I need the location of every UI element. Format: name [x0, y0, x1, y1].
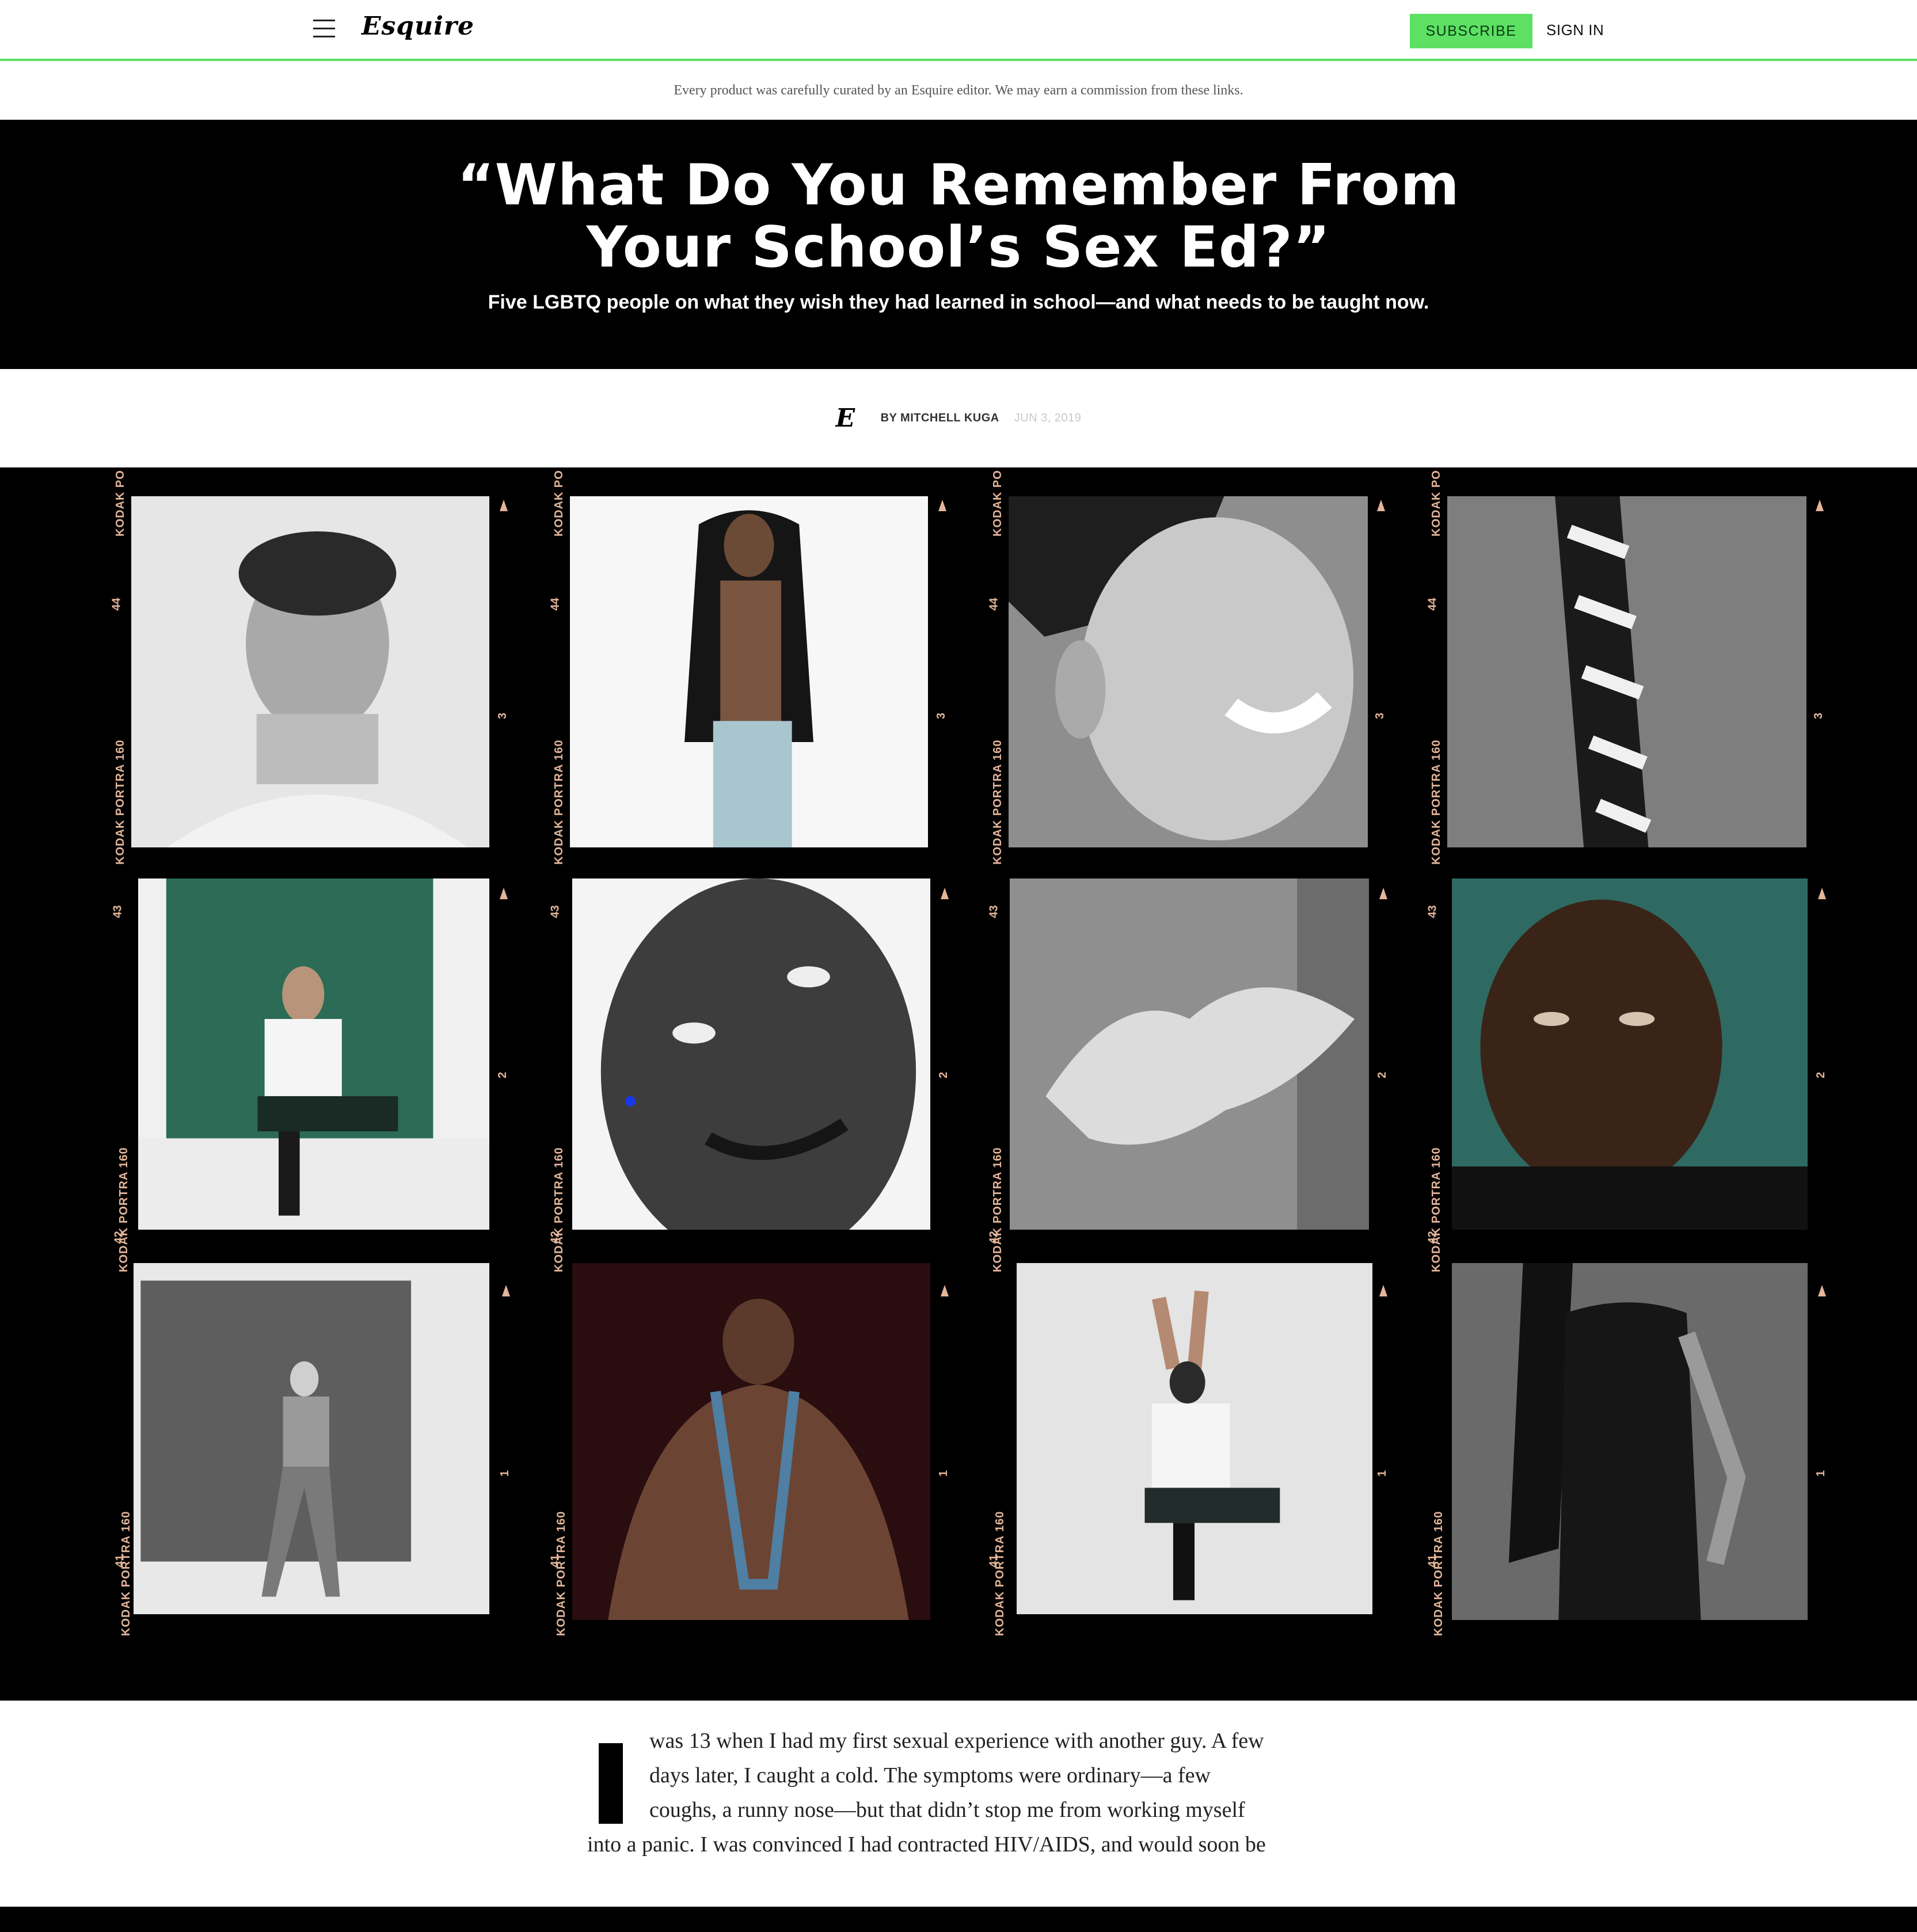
photo-man-tattoos-beads [572, 1263, 930, 1620]
article-dek: Five LGBTQ people on what they wish they… [488, 291, 1429, 313]
photo-portrait-man-smiling [131, 496, 489, 847]
byline: E BY MITCHELL KUGA JUN 3, 2019 [0, 369, 1917, 467]
hero-contact-sheet-image: KODAK PORTRA 160 KODAK PO KODAK PORTRA 1… [0, 467, 1917, 1701]
photo-man-closeup-smile [572, 878, 930, 1230]
row-number: 43 [1426, 905, 1439, 918]
frame-number: 2 [496, 1071, 509, 1079]
film-edge-text: KODAK PORTRA 160 [117, 1147, 130, 1272]
film-edge-text: KODAK PORTRA 160 [991, 739, 1004, 865]
frame-number: 3 [935, 712, 948, 720]
film-strip-2: KODAK PORTRA 160 KODAK PO KODAK PORTRA 1… [542, 467, 980, 1701]
row-number: 42 [987, 1231, 1001, 1244]
row-number: 41 [549, 1554, 562, 1568]
film-edge-text-top: KODAK PO [991, 470, 1004, 537]
esquire-e-logo-icon: E [835, 403, 855, 433]
row-number: 44 [549, 598, 562, 611]
frame-number: 2 [937, 1071, 950, 1079]
frame-number: 1 [1376, 1470, 1389, 1477]
film-edge-text: KODAK PORTRA 160 [553, 739, 565, 865]
hamburger-menu-icon[interactable] [313, 20, 335, 38]
photo-woman-black-dress [1452, 1263, 1808, 1620]
row-number: 44 [1426, 598, 1439, 611]
frame-number: 3 [1374, 712, 1387, 720]
film-marker-icon [1818, 888, 1826, 899]
film-edge-text-top: KODAK PO [553, 470, 565, 537]
row-number: 42 [112, 1231, 125, 1244]
sticky-bottom-bar [0, 1907, 1917, 1932]
photo-man-profile-laughing [1009, 496, 1368, 847]
film-edge-text: KODAK PORTRA 160 [1430, 739, 1443, 865]
film-edge-text: KODAK PORTRA 160 [1432, 1511, 1445, 1636]
film-edge-text: KODAK PORTRA 160 [120, 1511, 132, 1636]
film-marker-icon [500, 888, 508, 899]
frame-number: 2 [1815, 1071, 1828, 1079]
row-number: 44 [110, 598, 123, 611]
article-title-line-2: Your School’s Sex Ed?” [586, 215, 1331, 280]
film-marker-icon [941, 1285, 949, 1296]
esquire-logo[interactable]: Esquire [362, 12, 474, 41]
film-edge-text: KODAK PORTRA 160 [1430, 1147, 1443, 1272]
subscribe-button[interactable]: SUBSCRIBE [1410, 14, 1532, 48]
row-number: 42 [549, 1231, 562, 1244]
row-number: 44 [987, 598, 1001, 611]
article-title-line-1: “What Do You Remember From [457, 153, 1460, 218]
article-hero: “What Do You Remember From Your School’s… [0, 120, 1917, 369]
film-marker-icon [1816, 500, 1824, 511]
photo-man-seated-green-backdrop [138, 878, 489, 1230]
frame-number: 1 [499, 1470, 512, 1477]
mouse-cursor-icon [625, 1096, 636, 1106]
frame-number: 2 [1376, 1071, 1389, 1079]
film-marker-icon [502, 1285, 510, 1296]
photo-blurred-hand [1010, 878, 1369, 1230]
photo-man-standing-backdrop [134, 1263, 489, 1614]
row-number: 41 [1426, 1554, 1439, 1568]
article-body: was 13 when I had my first sexual experi… [587, 1724, 1330, 1862]
frame-number: 1 [937, 1470, 950, 1477]
film-edge-text: KODAK PORTRA 160 [994, 1511, 1006, 1636]
photo-woman-braids [570, 496, 928, 847]
top-navigation: Esquire SUBSCRIBE SIGN IN [0, 0, 1917, 61]
row-number: 42 [1426, 1231, 1439, 1244]
film-strip-3: KODAK PORTRA 160 KODAK PO KODAK PORTRA 1… [981, 467, 1418, 1701]
author-name[interactable]: BY MITCHELL KUGA [881, 412, 999, 425]
article-line: days later, I caught a cold. The symptom… [649, 1763, 1211, 1788]
article-line: into a panic. I was convinced I had cont… [587, 1832, 1266, 1857]
sign-in-link[interactable]: SIGN IN [1546, 21, 1604, 39]
row-number: 43 [111, 905, 124, 918]
frame-number: 3 [1812, 712, 1825, 720]
film-edge-text: KODAK PORTRA 160 [114, 739, 127, 865]
publish-date: JUN 3, 2019 [1014, 412, 1082, 424]
film-edge-text-top: KODAK PO [114, 470, 127, 537]
film-marker-icon [1379, 1285, 1387, 1296]
film-strip-4: KODAK PORTRA 160 KODAK PO KODAK PORTRA 1… [1420, 467, 1857, 1701]
affiliate-disclaimer: Every product was carefully curated by a… [0, 61, 1917, 120]
film-marker-icon [1818, 1285, 1826, 1296]
article-title: “What Do You Remember From Your School’s… [0, 154, 1917, 279]
film-marker-icon [1377, 500, 1385, 511]
frame-number: 3 [496, 712, 509, 720]
photo-man-portrait-green [1452, 878, 1808, 1230]
film-marker-icon [1379, 888, 1387, 899]
film-edge-text: KODAK PORTRA 160 [555, 1511, 568, 1636]
film-marker-icon [938, 500, 946, 511]
row-number: 43 [549, 905, 562, 918]
film-edge-text-top: KODAK PO [1430, 470, 1443, 537]
film-strip-1: KODAK PORTRA 160 KODAK PO KODAK PORTRA 1… [104, 467, 541, 1701]
article-line: was 13 when I had my first sexual experi… [649, 1729, 1264, 1753]
frame-number: 1 [1815, 1470, 1828, 1477]
film-marker-icon [941, 888, 949, 899]
article-line: coughs, a runny nose—but that didn’t sto… [649, 1798, 1245, 1822]
photo-braid-closeup [1447, 496, 1806, 847]
film-edge-text: KODAK PORTRA 160 [991, 1147, 1004, 1272]
row-number: 41 [113, 1554, 127, 1568]
photo-person-stretching-seated [1017, 1263, 1372, 1614]
film-edge-text: KODAK PORTRA 160 [553, 1147, 565, 1272]
row-number: 43 [987, 905, 1001, 918]
film-marker-icon [500, 500, 508, 511]
row-number: 41 [987, 1554, 1001, 1568]
